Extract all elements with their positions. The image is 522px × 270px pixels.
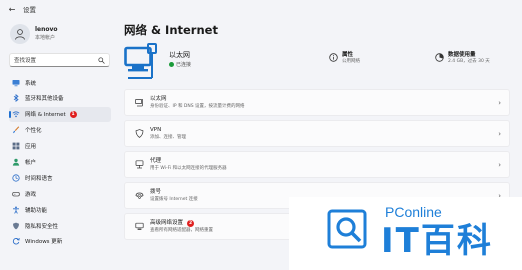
apps-icon: [12, 142, 20, 150]
sidebar-item-label: 隐私和安全性: [25, 223, 59, 230]
user-name: lenovo: [35, 26, 58, 33]
watermark-brand: PConline: [385, 204, 442, 220]
page-title: 网络 & Internet: [124, 23, 218, 37]
sidebar-item-personalization[interactable]: 个性化: [9, 123, 111, 138]
connection-status-text: 已连接: [176, 62, 192, 68]
card-title: 拨号: [150, 188, 162, 195]
dialup-icon: [135, 191, 144, 200]
card-title: 以太网: [150, 95, 167, 102]
sidebar-item-windows-update[interactable]: Windows 更新: [9, 234, 111, 249]
card-title: 高级网络设置: [150, 219, 184, 226]
sidebar-item-privacy[interactable]: 隐私和安全性: [9, 218, 111, 233]
vpn-shield-icon: [135, 129, 144, 138]
gamepad-icon: [12, 190, 20, 198]
card-subtitle: 查看所有网络适配器，网络重置: [150, 227, 213, 233]
connected-check-icon: [169, 62, 174, 67]
card-title-row: 高级网络设置 2: [150, 219, 213, 227]
sidebar-item-label: 时间和语言: [25, 175, 53, 182]
connection-summary: 以太网 已连接 属性 公用网络 数据使用量 2.4 GB，过去 30 天: [124, 42, 510, 82]
sidebar-item-label: 系统: [25, 80, 37, 87]
card-subtitle: 身份验证、IP 和 DNS 设置，按流量计费的网络: [150, 103, 245, 109]
sidebar-item-network[interactable]: 网络 & Internet 1: [9, 106, 111, 122]
clock-globe-icon: [12, 174, 20, 182]
person-icon: [12, 158, 20, 166]
card-title: 代理: [150, 157, 162, 164]
accessibility-icon: [12, 206, 20, 214]
sidebar-item-apps[interactable]: 应用: [9, 139, 111, 154]
vpn-card[interactable]: VPN 添加、连接、管理 ›: [124, 120, 510, 147]
ethernet-card[interactable]: 以太网 身份验证、IP 和 DNS 设置，按流量计费的网络 ›: [124, 89, 510, 116]
search-field-text: 查找设置: [14, 58, 37, 64]
sidebar-item-system[interactable]: 系统: [9, 75, 111, 90]
window-title: 设置: [23, 6, 36, 14]
data-usage-title: 数据使用量: [448, 52, 476, 58]
user-icon: [15, 29, 25, 40]
sidebar-item-accounts[interactable]: 帐户: [9, 154, 111, 169]
adapter-icon: [135, 222, 144, 231]
shield-icon: [12, 222, 20, 230]
search-icon[interactable]: [98, 56, 105, 64]
pconline-watermark: PConline IT百科: [289, 197, 522, 270]
sidebar-item-label: 帐户: [25, 159, 37, 166]
proxy-icon: [135, 160, 144, 169]
sidebar-item-label: 个性化: [25, 128, 42, 135]
chevron-right-icon: ›: [498, 130, 501, 138]
back-arrow-icon[interactable]: ←: [7, 5, 17, 14]
sidebar-item-accessibility[interactable]: 辅助功能: [9, 202, 111, 217]
sidebar-item-label: 网络 & Internet: [25, 112, 66, 119]
properties-link[interactable]: 属性 公用网络: [329, 52, 360, 65]
chevron-right-icon: ›: [498, 99, 501, 107]
sidebar-item-label: 蓝牙和其他设备: [25, 96, 64, 103]
card-subtitle: 添加、连接、管理: [150, 134, 186, 140]
connection-name: 以太网: [169, 51, 190, 59]
monitor-icon: [12, 79, 20, 87]
avatar: [10, 24, 30, 44]
update-icon: [12, 237, 20, 245]
network-icon: [12, 110, 20, 118]
sidebar-item-time-language[interactable]: 时间和语言: [9, 170, 111, 185]
sidebar-item-label: 应用: [25, 144, 37, 151]
sidebar-item-label: 辅助功能: [25, 207, 48, 214]
bluetooth-icon: [12, 94, 20, 103]
card-title: VPN: [150, 126, 162, 133]
account-type: 本地帐户: [35, 35, 56, 41]
title-bar: ← 设置: [0, 0, 522, 18]
search-input[interactable]: 查找设置: [9, 53, 110, 67]
user-profile[interactable]: lenovo 本地帐户: [10, 24, 58, 44]
ethernet-large-icon: [124, 43, 157, 79]
sidebar-item-gaming[interactable]: 游戏: [9, 186, 111, 201]
card-subtitle: 用于 Wi-Fi 和以太网连接的代理服务器: [150, 165, 227, 171]
annotation-marker: 2: [187, 219, 195, 227]
sidebar-item-label: Windows 更新: [25, 239, 63, 246]
data-usage-subtitle: 2.4 GB，过去 30 天: [448, 59, 490, 64]
sidebar-item-bluetooth[interactable]: 蓝牙和其他设备: [9, 91, 111, 106]
properties-title: 属性: [342, 52, 354, 58]
connection-status: 已连接: [169, 61, 191, 68]
proxy-card[interactable]: 代理 用于 Wi-Fi 和以太网连接的代理服务器 ›: [124, 151, 510, 178]
brush-icon: [12, 126, 20, 134]
data-usage-icon: [435, 53, 444, 62]
sidebar-item-label: 游戏: [25, 191, 37, 198]
pconline-logo-icon: [327, 209, 367, 249]
watermark-chinese: IT百科: [381, 221, 493, 261]
data-usage-link[interactable]: 数据使用量 2.4 GB，过去 30 天: [435, 52, 490, 65]
annotation-marker: 1: [69, 110, 77, 118]
card-subtitle: 设置拨号 Internet 连接: [150, 196, 198, 202]
sidebar-nav: 系统 蓝牙和其他设备 网络 & Internet 1 个性化 应用 帐户 时间和…: [9, 75, 111, 250]
properties-subtitle: 公用网络: [342, 59, 360, 64]
chevron-right-icon: ›: [498, 161, 501, 169]
ethernet-icon: [135, 98, 144, 107]
info-icon: [329, 53, 338, 62]
